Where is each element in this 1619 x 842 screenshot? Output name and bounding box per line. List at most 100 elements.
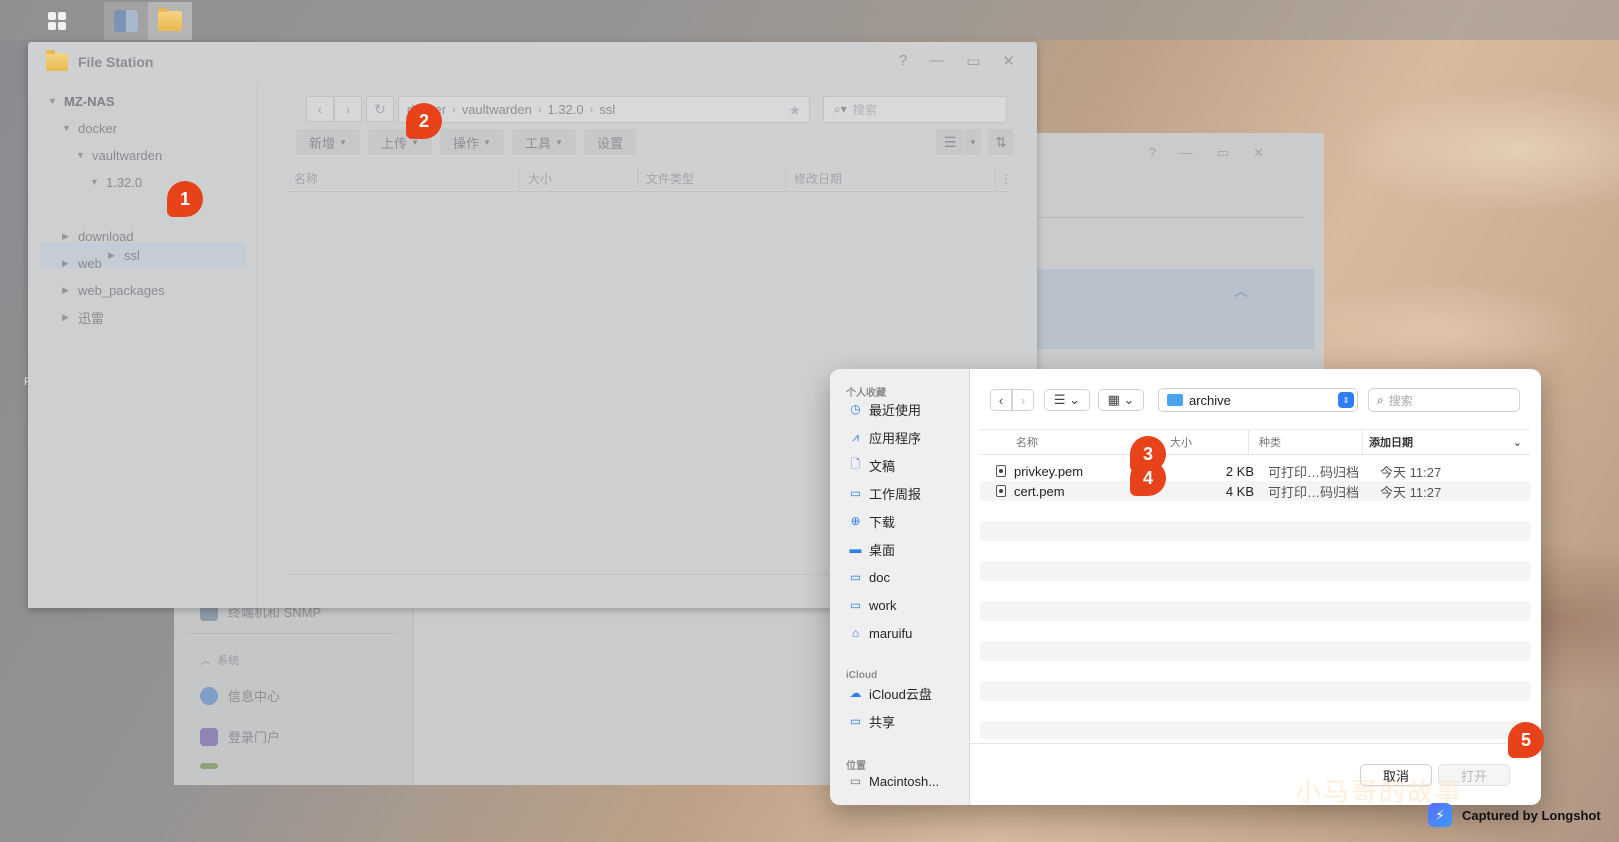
sidebar-item-home[interactable]: ⌂ maruifu — [848, 623, 912, 643]
sidebar-item-applications[interactable]: ⩘ 应用程序 — [848, 427, 921, 447]
main-menu-button[interactable] — [35, 2, 79, 40]
tree-item-vaultwarden[interactable]: ▼ vaultwarden — [76, 142, 162, 168]
portal-icon — [200, 727, 218, 746]
location-popup[interactable]: archive ⇕ — [1158, 388, 1358, 412]
sidebar-item-login-portal[interactable]: 登录门户 — [200, 727, 280, 746]
partial-icon — [200, 763, 218, 769]
list-view-button[interactable]: ☰ ⌄ — [1044, 389, 1090, 411]
forward-button[interactable]: › — [1012, 389, 1034, 411]
search-input[interactable]: ⌕ 搜索 — [1368, 388, 1520, 412]
file-date: 今天 11:27 — [1380, 464, 1442, 480]
settings-button[interactable]: 设置 — [584, 129, 636, 155]
tree-item-docker[interactable]: ▼ docker — [62, 115, 117, 141]
column-size[interactable]: 大小 — [1156, 430, 1248, 454]
column-label: 名称 — [294, 172, 319, 186]
sidebar-item-shared[interactable]: ▭ 共享 — [848, 711, 895, 731]
sort-button[interactable]: ⇅ — [988, 129, 1014, 155]
back-button[interactable]: ‹ — [306, 96, 334, 122]
action-button[interactable]: 操作 ▼ — [440, 129, 504, 155]
sidebar-item-info-center[interactable]: 信息中心 — [200, 686, 280, 705]
window-title: File Station — [78, 54, 154, 70]
tree-item-label: 迅雷 — [78, 310, 105, 326]
empty-row-stripe — [980, 521, 1530, 541]
file-station-taskbar-button[interactable] — [148, 2, 192, 40]
tree-item-xunlei[interactable]: ▶ 迅雷 — [62, 304, 104, 330]
dialog-main: ‹ › ☰ ⌄ ▦ ⌄ archive ⇕ ⌕ 搜索 名称 大小 种类 添加日期… — [970, 369, 1541, 805]
tree-item-web[interactable]: ▶ web — [62, 250, 102, 276]
caret-down-icon: ▼ — [48, 96, 57, 106]
refresh-button[interactable]: ↻ — [366, 96, 394, 122]
tree-item-web-packages[interactable]: ▶ web_packages — [62, 277, 165, 303]
chevron-left-icon: ‹ — [317, 101, 323, 117]
folder-icon — [1167, 394, 1183, 406]
tree-item-version[interactable]: ▼ 1.32.0 — [90, 169, 142, 195]
folder-icon: ▭ — [849, 570, 862, 584]
list-view-button[interactable]: ☰ — [936, 129, 964, 155]
forward-button[interactable]: › — [334, 96, 362, 122]
empty-row-stripe — [980, 681, 1530, 701]
shared-folder-icon: ▭ — [849, 714, 862, 728]
breadcrumb-item[interactable]: vaultwarden — [462, 102, 532, 117]
sidebar-item-weekly-report[interactable]: ▭ 工作周报 — [848, 483, 921, 503]
refresh-icon: ↻ — [374, 100, 386, 117]
sidebar-item-doc[interactable]: ▭ doc — [848, 567, 890, 587]
view-dropdown-button[interactable]: ▼ — [965, 129, 981, 155]
help-icon[interactable]: ? — [1149, 145, 1156, 161]
tree-item-label: MZ-NAS — [64, 93, 115, 109]
sidebar-item-desktop[interactable]: ▬ 桌面 — [848, 539, 896, 559]
file-station-titlebar[interactable]: File Station — [28, 42, 1037, 82]
folder-icon: ▭ — [849, 486, 862, 500]
column-options-icon[interactable]: ⋮ — [996, 166, 1012, 191]
breadcrumb-item[interactable]: ssl — [599, 102, 615, 117]
file-row-cert[interactable]: cert.pem 4 KB 可打印…码归档 今天 11:27 — [980, 481, 1530, 501]
chevron-up-icon: ︿ — [200, 655, 211, 667]
back-button[interactable]: ‹ — [990, 389, 1012, 411]
column-modified[interactable]: 修改日期 — [786, 166, 996, 191]
sidebar-item-label: 桌面 — [869, 542, 896, 558]
star-icon[interactable]: ★ — [788, 102, 801, 119]
sidebar-item-documents[interactable]: 🗋 文稿 — [848, 455, 895, 475]
maximize-icon[interactable]: ▭ — [966, 52, 980, 70]
tree-item-mz-nas[interactable]: ▼ MZ-NAS — [48, 88, 115, 114]
caret-right-icon: ▶ — [62, 230, 69, 241]
column-name[interactable]: 名称 — [286, 166, 520, 191]
close-icon[interactable]: ✕ — [1002, 52, 1015, 70]
close-icon[interactable]: ✕ — [1253, 145, 1264, 161]
minimize-icon[interactable]: — — [1180, 145, 1193, 161]
help-icon[interactable]: ? — [899, 52, 907, 70]
sidebar-item-downloads[interactable]: ⊕ 下载 — [848, 511, 895, 531]
folder-tree: ▼ MZ-NAS ▼ docker ▼ vaultwarden ▼ 1.32.0… — [28, 82, 258, 608]
sidebar-item-work[interactable]: ▭ work — [848, 595, 897, 615]
tools-button[interactable]: 工具 ▼ — [512, 129, 576, 155]
tree-item-label: docker — [78, 120, 118, 136]
column-type[interactable]: 文件类型 — [638, 166, 786, 191]
file-kind: 可打印…码归档 — [1268, 464, 1360, 480]
tree-item-label: web_packages — [78, 282, 165, 298]
tree-item-download[interactable]: ▶ download — [62, 223, 134, 249]
pem-file-icon — [996, 465, 1006, 477]
column-size[interactable]: 大小 — [520, 166, 638, 191]
chevron-up-icon[interactable]: ︿ — [1234, 281, 1248, 301]
new-button[interactable]: 新增 ▼ — [296, 129, 360, 155]
breadcrumb-item[interactable]: 1.32.0 — [547, 102, 583, 117]
control-panel-taskbar-button[interactable] — [104, 2, 148, 40]
chevron-down-icon: ⌄ — [1512, 436, 1522, 449]
sidebar-item-label: iCloud云盘 — [869, 686, 932, 702]
minimize-icon[interactable]: — — [929, 52, 944, 70]
file-row-privkey[interactable]: privkey.pem 2 KB 可打印…码归档 今天 11:27 — [980, 461, 1530, 481]
column-date-added[interactable]: 添加日期 ⌄ — [1362, 430, 1530, 454]
caret-down-icon: ▼ — [969, 137, 977, 147]
sidebar-item-label: 文稿 — [869, 458, 896, 474]
search-input[interactable]: ⌕▾ 搜索 — [823, 96, 1007, 123]
grid-view-button[interactable]: ▦ ⌄ — [1098, 389, 1144, 411]
section-system[interactable]: ︿ 系统 — [200, 652, 239, 668]
sidebar-item-icloud-drive[interactable]: ☁ iCloud云盘 — [848, 683, 932, 703]
maximize-icon[interactable]: ▭ — [1217, 145, 1229, 161]
sidebar-item-macintosh-hd[interactable]: ▭ Macintosh... — [848, 771, 939, 791]
caret-down-icon: ▼ — [76, 150, 85, 160]
folder-icon — [46, 50, 68, 71]
sidebar-item-recents[interactable]: ◷ 最近使用 — [848, 399, 921, 419]
step-badge-2: 2 — [406, 103, 442, 139]
column-kind[interactable]: 种类 — [1248, 430, 1362, 454]
breadcrumb[interactable]: docker › vaultwarden › 1.32.0 › ssl ★ — [398, 96, 810, 123]
